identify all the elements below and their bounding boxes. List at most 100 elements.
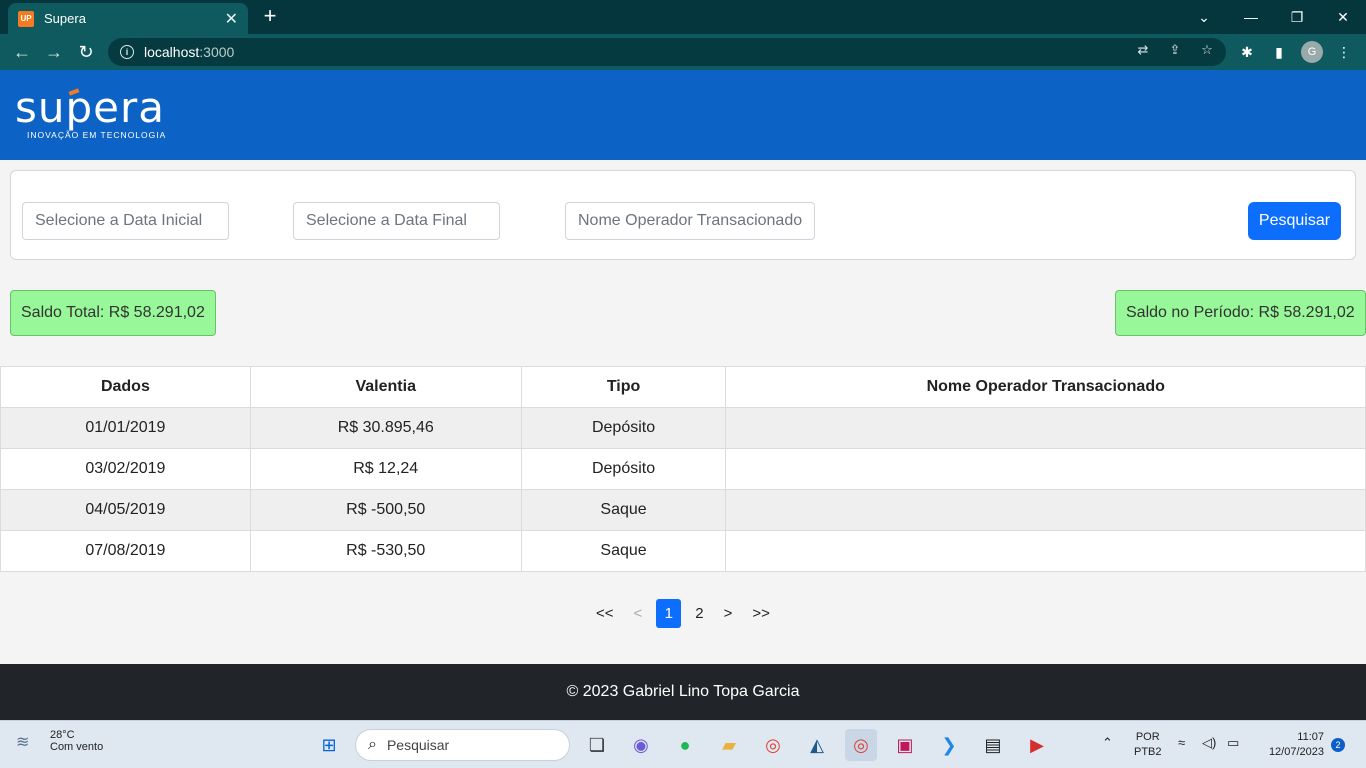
weather-widget[interactable]: ≋ 28°C Com vento <box>16 729 103 753</box>
logo-tagline: INOVAÇÃO EM TECNOLOGIA <box>27 130 167 140</box>
search-button[interactable]: Pesquisar <box>1248 202 1341 240</box>
table-row: 07/08/2019 R$ -530,50 Saque <box>0 530 1366 572</box>
column-header-type: Tipo <box>520 366 727 408</box>
forward-arrow-icon[interactable]: → <box>42 40 66 64</box>
vscode-icon[interactable]: ❯ <box>933 729 965 761</box>
volume-icon[interactable]: ◁) <box>1202 735 1216 750</box>
end-date-input[interactable] <box>293 202 500 240</box>
more-menu-icon[interactable]: ⋮ <box>1334 42 1354 62</box>
bookmark-star-icon[interactable]: ☆ <box>1198 41 1216 59</box>
cell-date: 03/02/2019 <box>0 448 251 490</box>
next-page-button[interactable]: > <box>718 599 739 628</box>
page-header: supera INOVAÇÃO EM TECNOLOGIA <box>0 70 1366 160</box>
taskbar-search-placeholder: Pesquisar <box>386 737 450 753</box>
operator-name-input[interactable] <box>565 202 815 240</box>
close-tab-icon[interactable]: ✕ <box>225 9 238 29</box>
media-player-icon[interactable]: ▶ <box>1021 729 1053 761</box>
cell-date: 04/05/2019 <box>0 489 251 531</box>
url-host: localhost <box>144 44 200 60</box>
page-1-button[interactable]: 1 <box>656 599 682 628</box>
clock-time: 11:07 <box>1297 731 1324 743</box>
cell-operator <box>725 407 1366 449</box>
weather-temperature: 28°C <box>50 729 75 741</box>
spotify-icon[interactable]: ● <box>669 729 701 761</box>
cell-date: 01/01/2019 <box>0 407 251 449</box>
tab-title: Supera <box>44 11 86 26</box>
teams-chat-icon[interactable]: ◉ <box>625 729 657 761</box>
translate-icon[interactable]: ⇄ <box>1134 41 1152 59</box>
cell-type: Saque <box>520 530 727 572</box>
cell-type: Saque <box>520 489 727 531</box>
intellij-icon[interactable]: ▣ <box>889 729 921 761</box>
weather-condition: Com vento <box>50 741 104 753</box>
table-row: 03/02/2019 R$ 12,24 Depósito <box>0 448 1366 490</box>
cell-operator <box>725 448 1366 490</box>
task-view-icon[interactable]: ❏ <box>581 729 613 761</box>
windows-start-icon[interactable]: ⊞ <box>313 729 345 761</box>
restore-button[interactable]: ❐ <box>1274 0 1320 34</box>
table-header-row: Dados Valentia Tipo Nome Operador Transa… <box>0 366 1366 408</box>
page-2-button[interactable]: 2 <box>689 599 709 628</box>
side-panel-icon[interactable]: ▮ <box>1269 42 1289 62</box>
chrome-icon[interactable]: ◎ <box>757 729 789 761</box>
site-info-icon[interactable]: i <box>120 45 134 59</box>
cell-date: 07/08/2019 <box>0 530 251 572</box>
profile-avatar[interactable]: G <box>1301 41 1323 63</box>
clock-date: 12/07/2023 <box>1268 746 1324 758</box>
windows-taskbar: ≋ 28°C Com vento ⊞ ⌕ Pesquisar ❏ ◉ ● ▰ ◎… <box>0 720 1366 768</box>
new-tab-button[interactable]: + <box>258 3 282 28</box>
cell-type: Depósito <box>520 407 727 449</box>
cell-value: R$ 30.895,46 <box>249 407 522 449</box>
chrome-active-icon[interactable]: ◎ <box>845 729 877 761</box>
column-header-value: Valentia <box>249 366 522 408</box>
clock[interactable]: 11:07 12/07/2023 <box>1260 730 1324 760</box>
logo-brand: supera <box>15 83 166 132</box>
filter-card: Pesquisar <box>10 170 1356 260</box>
extensions-puzzle-icon[interactable]: ✱ <box>1237 42 1257 62</box>
last-page-button[interactable]: >> <box>746 599 776 628</box>
cell-type: Depósito <box>520 448 727 490</box>
start-date-input[interactable] <box>22 202 229 240</box>
tab-search-chevron-icon[interactable]: ⌄ <box>1181 0 1227 34</box>
taskbar-search[interactable]: ⌕ Pesquisar <box>355 729 570 761</box>
language-code: POR <box>1135 731 1160 743</box>
minimize-button[interactable]: — <box>1228 0 1274 34</box>
keyboard-layout: PTB2 <box>1134 746 1162 758</box>
period-balance-badge: Saldo no Período: R$ 58.291,02 <box>1115 290 1366 336</box>
url-port: :3000 <box>199 44 235 60</box>
supera-logo: supera INOVAÇÃO EM TECNOLOGIA <box>15 83 167 141</box>
close-window-button[interactable]: ✕ <box>1320 0 1366 34</box>
cell-value: R$ 12,24 <box>249 448 522 490</box>
browser-tab[interactable]: UP Supera ✕ <box>8 3 248 34</box>
file-explorer-icon[interactable]: ▰ <box>713 729 745 761</box>
footer-copyright: © 2023 Gabriel Lino Topa Garcia <box>566 683 800 700</box>
wifi-icon[interactable]: ≈ <box>1178 735 1185 750</box>
table-row: 01/01/2019 R$ 30.895,46 Depósito <box>0 407 1366 449</box>
back-arrow-icon[interactable]: ← <box>10 40 34 64</box>
tray-chevron-icon[interactable]: ⌃ <box>1102 735 1113 750</box>
column-header-date: Dados <box>0 366 251 408</box>
reload-icon[interactable]: ↻ <box>74 40 98 64</box>
cell-operator <box>725 530 1366 572</box>
cell-value: R$ -530,50 <box>249 530 522 572</box>
column-header-operator: Nome Operador Transacionado <box>725 366 1366 408</box>
first-page-button[interactable]: << <box>590 599 620 628</box>
browser-toolbar: ← → ↻ i localhost:3000 ⇄ ⇪ ☆ <box>0 34 1366 70</box>
previous-page-button[interactable]: < <box>628 599 649 628</box>
page-footer: © 2023 Gabriel Lino Topa Garcia <box>0 664 1366 720</box>
address-bar[interactable]: i localhost:3000 <box>108 38 1226 66</box>
battery-icon[interactable]: ▭ <box>1227 735 1239 750</box>
share-icon[interactable]: ⇪ <box>1166 41 1184 59</box>
wind-icon: ≋ <box>16 734 30 751</box>
browser-titlebar: UP Supera ✕ + ⌄ — ❐ ✕ <box>0 0 1366 34</box>
pagination: << < 1 2 > >> <box>586 599 780 628</box>
cell-operator <box>725 489 1366 531</box>
notification-badge[interactable]: 2 <box>1331 738 1345 752</box>
total-balance-badge: Saldo Total: R$ 58.291,02 <box>10 290 216 336</box>
transactions-table: Dados Valentia Tipo Nome Operador Transa… <box>0 366 1366 572</box>
language-indicator[interactable]: POR PTB2 <box>1134 730 1162 760</box>
cell-value: R$ -500,50 <box>249 489 522 531</box>
table-row: 04/05/2019 R$ -500,50 Saque <box>0 489 1366 531</box>
mysql-workbench-icon[interactable]: ◭ <box>801 729 833 761</box>
terminal-icon[interactable]: ▤ <box>977 729 1009 761</box>
